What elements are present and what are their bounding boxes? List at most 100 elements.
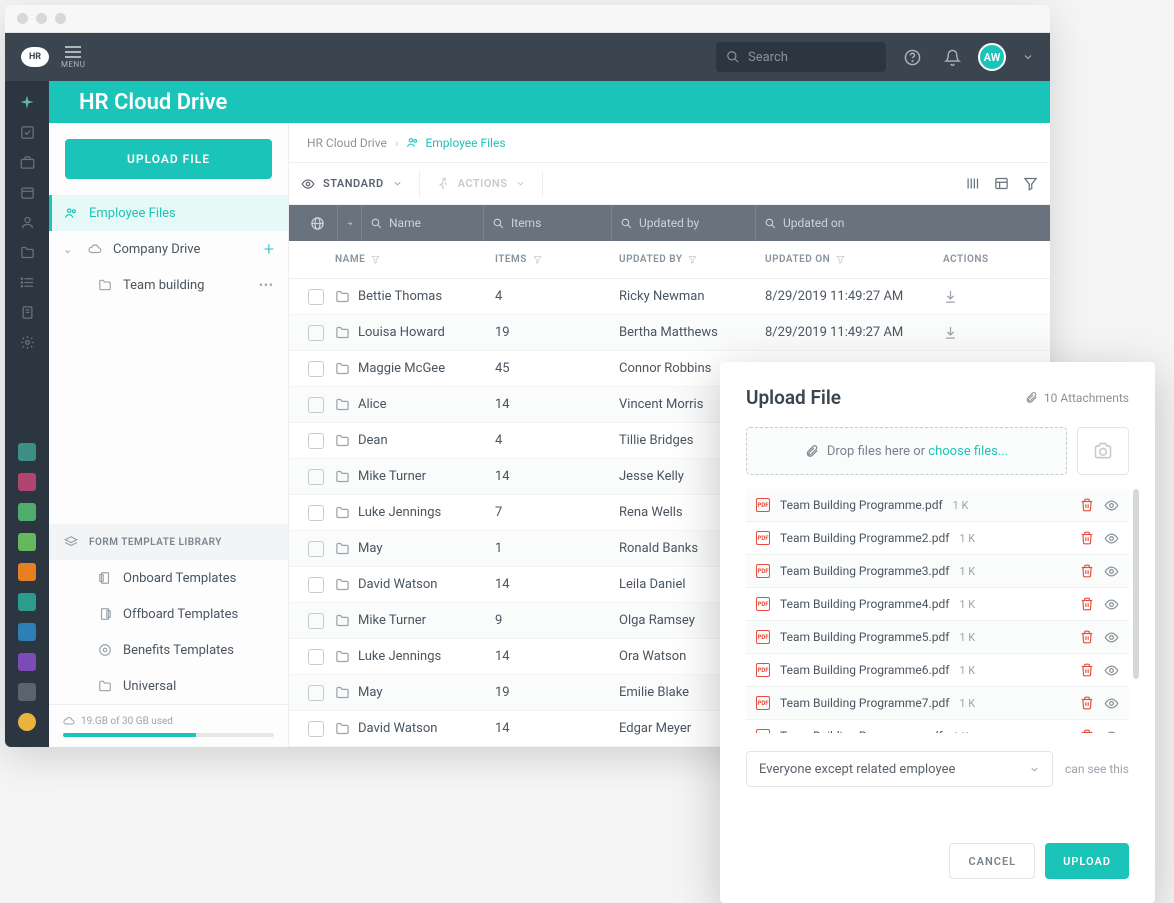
rail-check[interactable] bbox=[11, 119, 43, 145]
add-folder-button[interactable]: + bbox=[264, 239, 274, 260]
row-checkbox[interactable] bbox=[308, 433, 324, 449]
drop-zone[interactable]: Drop files here or choose files... bbox=[746, 427, 1067, 475]
rail-sparkle[interactable] bbox=[11, 89, 43, 115]
filter-name[interactable]: Name bbox=[361, 205, 483, 241]
actions-dropdown[interactable]: ACTIONS bbox=[436, 177, 527, 191]
upload-file-button[interactable]: UPLOAD FILE bbox=[65, 139, 272, 179]
traffic-max[interactable] bbox=[55, 13, 66, 24]
sidebar-item-company-drive[interactable]: ⌄ Company Drive + bbox=[49, 231, 288, 267]
delete-file-button[interactable] bbox=[1080, 498, 1094, 512]
delete-file-button[interactable] bbox=[1080, 663, 1094, 677]
scrollbar[interactable] bbox=[1133, 489, 1139, 679]
download-icon[interactable] bbox=[943, 289, 958, 304]
camera-button[interactable] bbox=[1077, 427, 1129, 475]
menu-button[interactable]: MENU bbox=[61, 46, 85, 69]
rail-list[interactable] bbox=[11, 269, 43, 295]
library-item[interactable]: Benefits Templates bbox=[49, 632, 288, 668]
rail-app-1[interactable] bbox=[11, 469, 43, 495]
permission-select[interactable]: Everyone except related employee bbox=[746, 751, 1053, 787]
rail-app-8[interactable] bbox=[11, 679, 43, 705]
row-updated-on: 8/29/2019 11:49:27 AM bbox=[765, 289, 943, 304]
library-item[interactable]: Offboard Templates bbox=[49, 596, 288, 632]
view-standard-dropdown[interactable]: STANDARD bbox=[301, 177, 403, 191]
search-placeholder: Search bbox=[748, 50, 788, 65]
row-checkbox[interactable] bbox=[308, 325, 324, 341]
header-items[interactable]: ITEMS bbox=[495, 254, 619, 265]
row-checkbox[interactable] bbox=[308, 577, 324, 593]
row-checkbox[interactable] bbox=[308, 505, 324, 521]
rail-app-3[interactable] bbox=[11, 529, 43, 555]
help-button[interactable] bbox=[898, 43, 926, 71]
rail-app-9[interactable] bbox=[11, 709, 43, 735]
preview-file-button[interactable] bbox=[1104, 729, 1119, 734]
layout-icon[interactable] bbox=[994, 176, 1009, 191]
filter-arrow[interactable] bbox=[337, 205, 361, 241]
rail-app-6[interactable] bbox=[11, 619, 43, 645]
cloud-icon bbox=[87, 242, 103, 256]
columns-icon[interactable] bbox=[965, 176, 980, 191]
preview-file-button[interactable] bbox=[1104, 498, 1119, 513]
download-icon[interactable] bbox=[943, 325, 958, 340]
rail-app-4[interactable] bbox=[11, 559, 43, 585]
rail-calendar[interactable] bbox=[11, 179, 43, 205]
rail-doc[interactable] bbox=[11, 299, 43, 325]
delete-file-button[interactable] bbox=[1080, 597, 1094, 611]
row-checkbox[interactable] bbox=[308, 469, 324, 485]
upload-file-row: PDFTeam Building Programme6.pdf1 K bbox=[746, 654, 1129, 687]
row-checkbox[interactable] bbox=[308, 613, 324, 629]
folder-icon bbox=[335, 397, 350, 412]
header-updated-on[interactable]: UPDATED ON bbox=[765, 254, 943, 265]
filter-items[interactable]: Items bbox=[483, 205, 611, 241]
rail-folder[interactable] bbox=[11, 239, 43, 265]
user-avatar[interactable]: AW bbox=[978, 43, 1006, 71]
preview-file-button[interactable] bbox=[1104, 696, 1119, 711]
row-checkbox[interactable] bbox=[308, 289, 324, 305]
traffic-min[interactable] bbox=[36, 13, 47, 24]
delete-file-button[interactable] bbox=[1080, 630, 1094, 644]
sidebar-item-employee-files[interactable]: Employee Files bbox=[49, 195, 288, 231]
cancel-button[interactable]: CANCEL bbox=[949, 843, 1035, 879]
upload-button[interactable]: UPLOAD bbox=[1045, 843, 1129, 879]
more-options-button[interactable]: ••• bbox=[259, 278, 274, 292]
choose-files-link[interactable]: choose files... bbox=[928, 444, 1008, 459]
row-checkbox[interactable] bbox=[308, 397, 324, 413]
delete-file-button[interactable] bbox=[1080, 531, 1094, 545]
breadcrumb-root[interactable]: HR Cloud Drive bbox=[307, 136, 387, 150]
table-row[interactable]: Bettie Thomas4Ricky Newman8/29/2019 11:4… bbox=[289, 279, 1050, 315]
delete-file-button[interactable] bbox=[1080, 729, 1094, 733]
rail-app-7[interactable] bbox=[11, 649, 43, 675]
sidebar-item-team-building[interactable]: Team building ••• bbox=[49, 267, 288, 303]
library-item[interactable]: Onboard Templates bbox=[49, 560, 288, 596]
filter-updated-on[interactable]: Updated on bbox=[755, 205, 1042, 241]
preview-file-button[interactable] bbox=[1104, 663, 1119, 678]
filter-updated-by[interactable]: Updated by bbox=[611, 205, 755, 241]
header-updated-by[interactable]: UPDATED BY bbox=[619, 254, 765, 265]
rail-user[interactable] bbox=[11, 209, 43, 235]
row-checkbox[interactable] bbox=[308, 721, 324, 737]
preview-file-button[interactable] bbox=[1104, 564, 1119, 579]
library-item[interactable]: Universal bbox=[49, 668, 288, 704]
delete-file-button[interactable] bbox=[1080, 696, 1094, 710]
row-checkbox[interactable] bbox=[308, 361, 324, 377]
rail-app-2[interactable] bbox=[11, 499, 43, 525]
header-name[interactable]: NAME bbox=[335, 254, 495, 265]
filter-globe[interactable] bbox=[297, 205, 337, 241]
traffic-close[interactable] bbox=[17, 13, 28, 24]
table-row[interactable]: Louisa Howard19Bertha Matthews8/29/2019 … bbox=[289, 315, 1050, 351]
rail-app-5[interactable] bbox=[11, 589, 43, 615]
preview-file-button[interactable] bbox=[1104, 630, 1119, 645]
preview-file-button[interactable] bbox=[1104, 531, 1119, 546]
preview-file-button[interactable] bbox=[1104, 597, 1119, 612]
row-checkbox[interactable] bbox=[308, 649, 324, 665]
rail-briefcase[interactable] bbox=[11, 149, 43, 175]
filter-icon[interactable] bbox=[1023, 176, 1038, 191]
rail-gear[interactable] bbox=[11, 329, 43, 355]
row-checkbox[interactable] bbox=[308, 685, 324, 701]
search-input[interactable]: Search bbox=[716, 42, 886, 72]
row-checkbox[interactable] bbox=[308, 541, 324, 557]
notifications-button[interactable] bbox=[938, 43, 966, 71]
user-menu-chevron[interactable] bbox=[1022, 51, 1034, 63]
page-title: HR Cloud Drive bbox=[79, 90, 227, 115]
delete-file-button[interactable] bbox=[1080, 564, 1094, 578]
rail-app-0[interactable] bbox=[11, 439, 43, 465]
